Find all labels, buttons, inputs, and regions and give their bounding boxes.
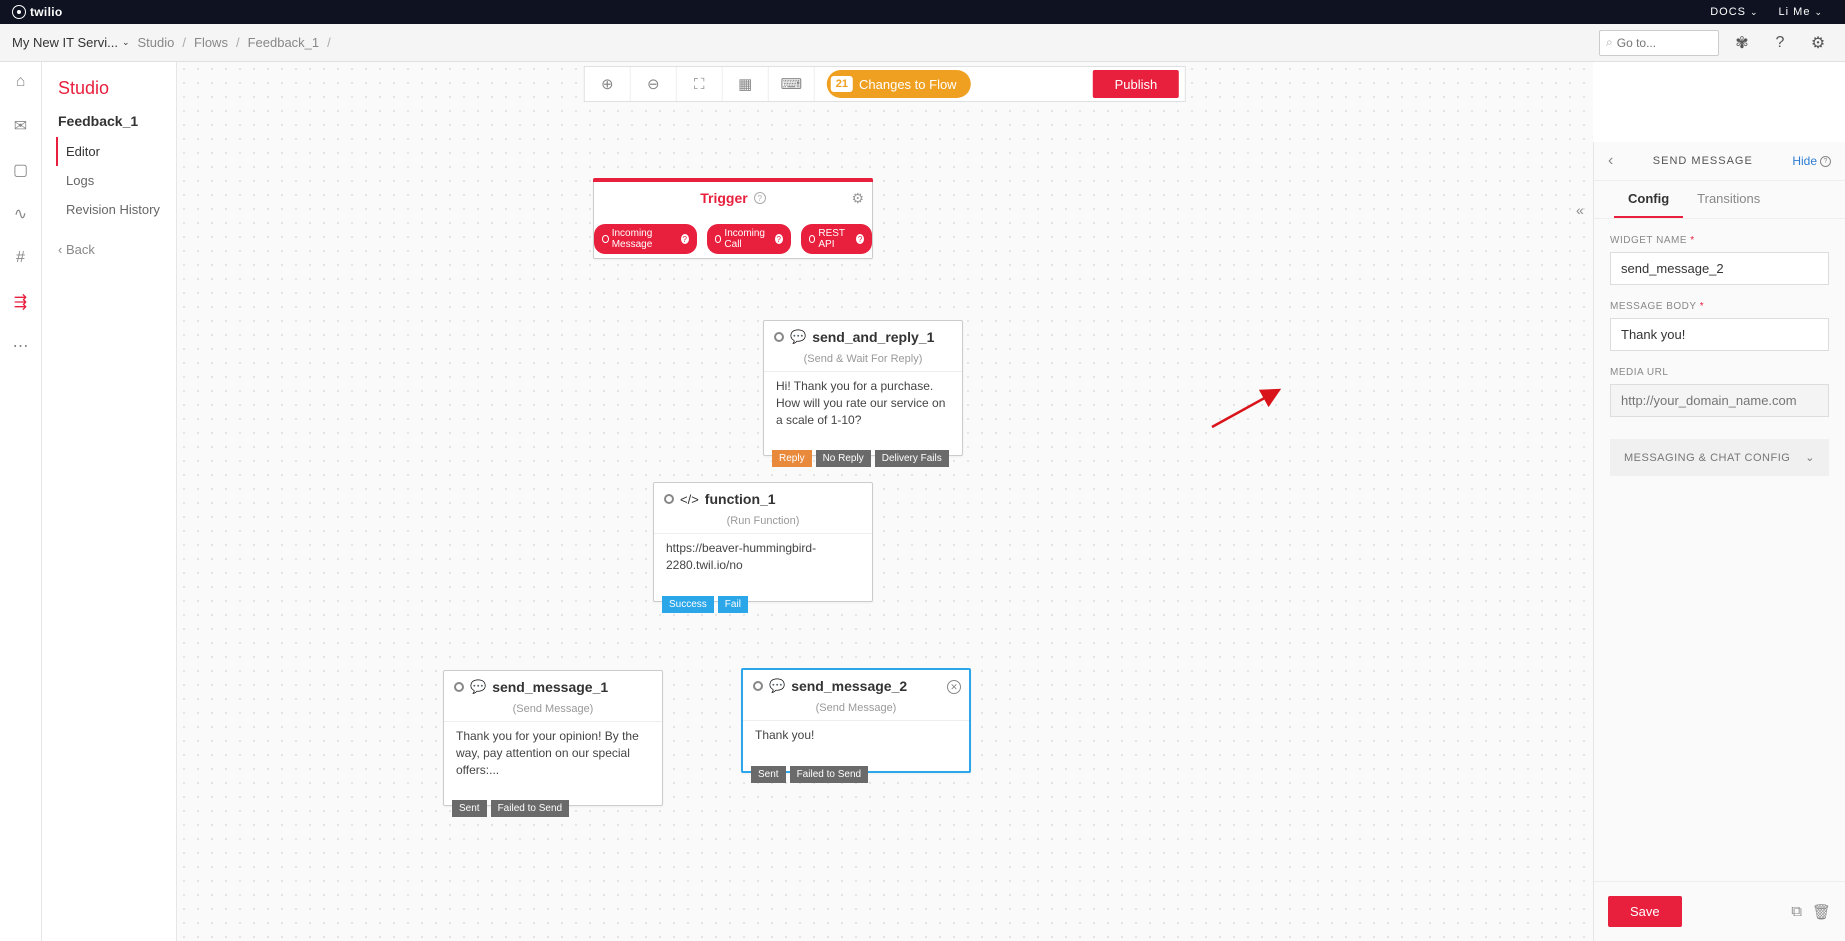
flow-canvas[interactable]: ⊕ ⊖ ⛶ ▦ ⌨ 21 Changes to Flow Publish [177,62,1593,941]
node-handle[interactable] [774,332,784,342]
main: ⌂ ✉ ▢ ∿ # ⇶ ⋯ Studio Feedback_1 Editor L… [0,62,1845,941]
media-url-label: MEDIA URL [1610,367,1829,378]
help-icon[interactable]: ? [1765,34,1795,52]
gear-icon[interactable]: ⚙ [851,190,864,207]
widget-name-label: WIDGET NAME * [1610,235,1829,246]
widget-name-input[interactable] [1610,252,1829,285]
out-rest-api[interactable]: REST API? [801,224,872,254]
back-icon[interactable]: ‹ [1608,152,1613,170]
changes-button[interactable]: 21 Changes to Flow [827,70,971,98]
out-sent[interactable]: Sent [751,766,786,783]
chevron-down-icon: ⌄ [1814,7,1823,18]
out-incoming-message[interactable]: Incoming Message? [594,224,697,254]
studio-icon[interactable]: ⇶ [11,292,31,312]
brand-text: twilio [30,5,62,19]
out-success[interactable]: Success [662,596,714,613]
inspector-title: SEND MESSAGE [1621,155,1784,167]
search-input[interactable]: ⌕ [1599,30,1719,56]
docs-link[interactable]: DOCS ⌄ [1700,6,1768,18]
collapse-icon[interactable]: « [1576,202,1584,218]
out-sent[interactable]: Sent [452,800,487,817]
more-icon[interactable]: ⋯ [11,336,31,356]
trigger-title: Trigger [700,190,747,206]
out-failed-send[interactable]: Failed to Send [790,766,869,783]
link-icon[interactable]: ∿ [11,204,31,224]
crumb-studio[interactable]: Studio [138,35,175,50]
message-icon: 💬 [769,678,785,694]
tab-config[interactable]: Config [1614,181,1683,218]
message-body-input[interactable] [1610,318,1829,351]
send-message-1-node[interactable]: 💬 send_message_1 (Send Message) Thank yo… [443,670,663,806]
node-handle[interactable] [664,494,674,504]
debug-icon[interactable]: ✾ [1727,33,1757,53]
message-body-label: MESSAGE BODY * [1610,301,1829,312]
crumb-flow-name[interactable]: Feedback_1 [248,35,320,50]
copy-icon[interactable]: ⧉ [1791,903,1802,920]
settings-icon[interactable]: ⚙ [1803,33,1833,53]
trash-icon[interactable]: 🗑 [1812,903,1831,921]
chevron-down-icon: ⌄ [1750,7,1759,18]
message-icon: 💬 [470,679,486,695]
top-header: twilio DOCS ⌄ Li Me ⌄ [0,0,1845,24]
grid-icon[interactable]: ▦ [723,67,769,101]
send-message-2-node[interactable]: 💬 send_message_2 ✕ (Send Message) Thank … [741,668,971,773]
keyboard-icon[interactable]: ⌨ [769,67,815,101]
trigger-node[interactable]: Trigger ? ⚙ Incoming Message? Incoming C… [593,178,873,259]
out-failed-send[interactable]: Failed to Send [491,800,570,817]
crumb-flows[interactable]: Flows [194,35,228,50]
out-fail[interactable]: Fail [718,596,748,613]
connections-layer [177,62,477,212]
out-no-reply[interactable]: No Reply [816,450,871,467]
zoom-in-icon[interactable]: ⊕ [585,67,631,101]
home-icon[interactable]: ⌂ [11,72,31,92]
search-field[interactable] [1617,36,1712,50]
annotation-arrow [1207,382,1287,432]
search-icon: ⌕ [1606,35,1613,50]
function-node[interactable]: </> function_1 (Run Function) https://be… [653,482,873,602]
close-icon[interactable]: ✕ [947,680,961,694]
sidebar-flow-name: Feedback_1 [50,113,168,137]
node-handle[interactable] [454,682,464,692]
publish-button[interactable]: Publish [1093,70,1180,98]
hash-icon[interactable]: # [11,248,31,268]
messaging-icon[interactable]: ✉ [11,116,31,136]
out-delivery-fails[interactable]: Delivery Fails [875,450,949,467]
tab-transitions[interactable]: Transitions [1683,181,1774,218]
user-menu[interactable]: Li Me ⌄ [1769,6,1833,18]
changes-count: 21 [831,76,853,92]
canvas-toolbar: ⊕ ⊖ ⛶ ▦ ⌨ 21 Changes to Flow Publish [584,66,1186,102]
chat-icon[interactable]: ▢ [11,160,31,180]
hide-link[interactable]: Hide ? [1792,154,1831,168]
save-button[interactable]: Save [1608,896,1682,927]
sidebar-back[interactable]: ‹ Back [50,232,168,267]
media-url-input[interactable] [1610,384,1829,417]
sidebar-item-editor[interactable]: Editor [56,137,168,166]
out-reply[interactable]: Reply [772,450,812,467]
icon-rail: ⌂ ✉ ▢ ∿ # ⇶ ⋯ [0,62,42,941]
send-reply-node[interactable]: 💬 send_and_reply_1 (Send & Wait For Repl… [763,320,963,456]
inspector-panel: « ‹ SEND MESSAGE Hide ? Config Transitio… [1593,142,1845,941]
help-icon: ? [1820,156,1831,167]
zoom-out-icon[interactable]: ⊖ [631,67,677,101]
messaging-chat-config-section[interactable]: MESSAGING & CHAT CONFIG ⌄ [1610,439,1829,476]
project-selector[interactable]: My New IT Servi... ⌄ [12,35,130,50]
chat-icon: 💬 [790,329,806,345]
breadcrumb: My New IT Servi... ⌄ Studio / Flows / Fe… [0,24,1845,62]
node-handle[interactable] [753,681,763,691]
fit-icon[interactable]: ⛶ [677,67,723,101]
sidebar-item-revision[interactable]: Revision History [56,195,168,224]
chevron-down-icon: ⌄ [122,37,130,48]
chevron-down-icon: ⌄ [1805,451,1815,464]
brand-logo[interactable]: twilio [12,5,62,19]
sidebar: Studio Feedback_1 Editor Logs Revision H… [42,62,177,941]
help-icon[interactable]: ? [754,192,766,204]
sidebar-item-logs[interactable]: Logs [56,166,168,195]
code-icon: </> [680,492,699,507]
sidebar-title: Studio [50,78,168,113]
out-incoming-call[interactable]: Incoming Call? [707,224,791,254]
twilio-logo-icon [12,5,26,19]
